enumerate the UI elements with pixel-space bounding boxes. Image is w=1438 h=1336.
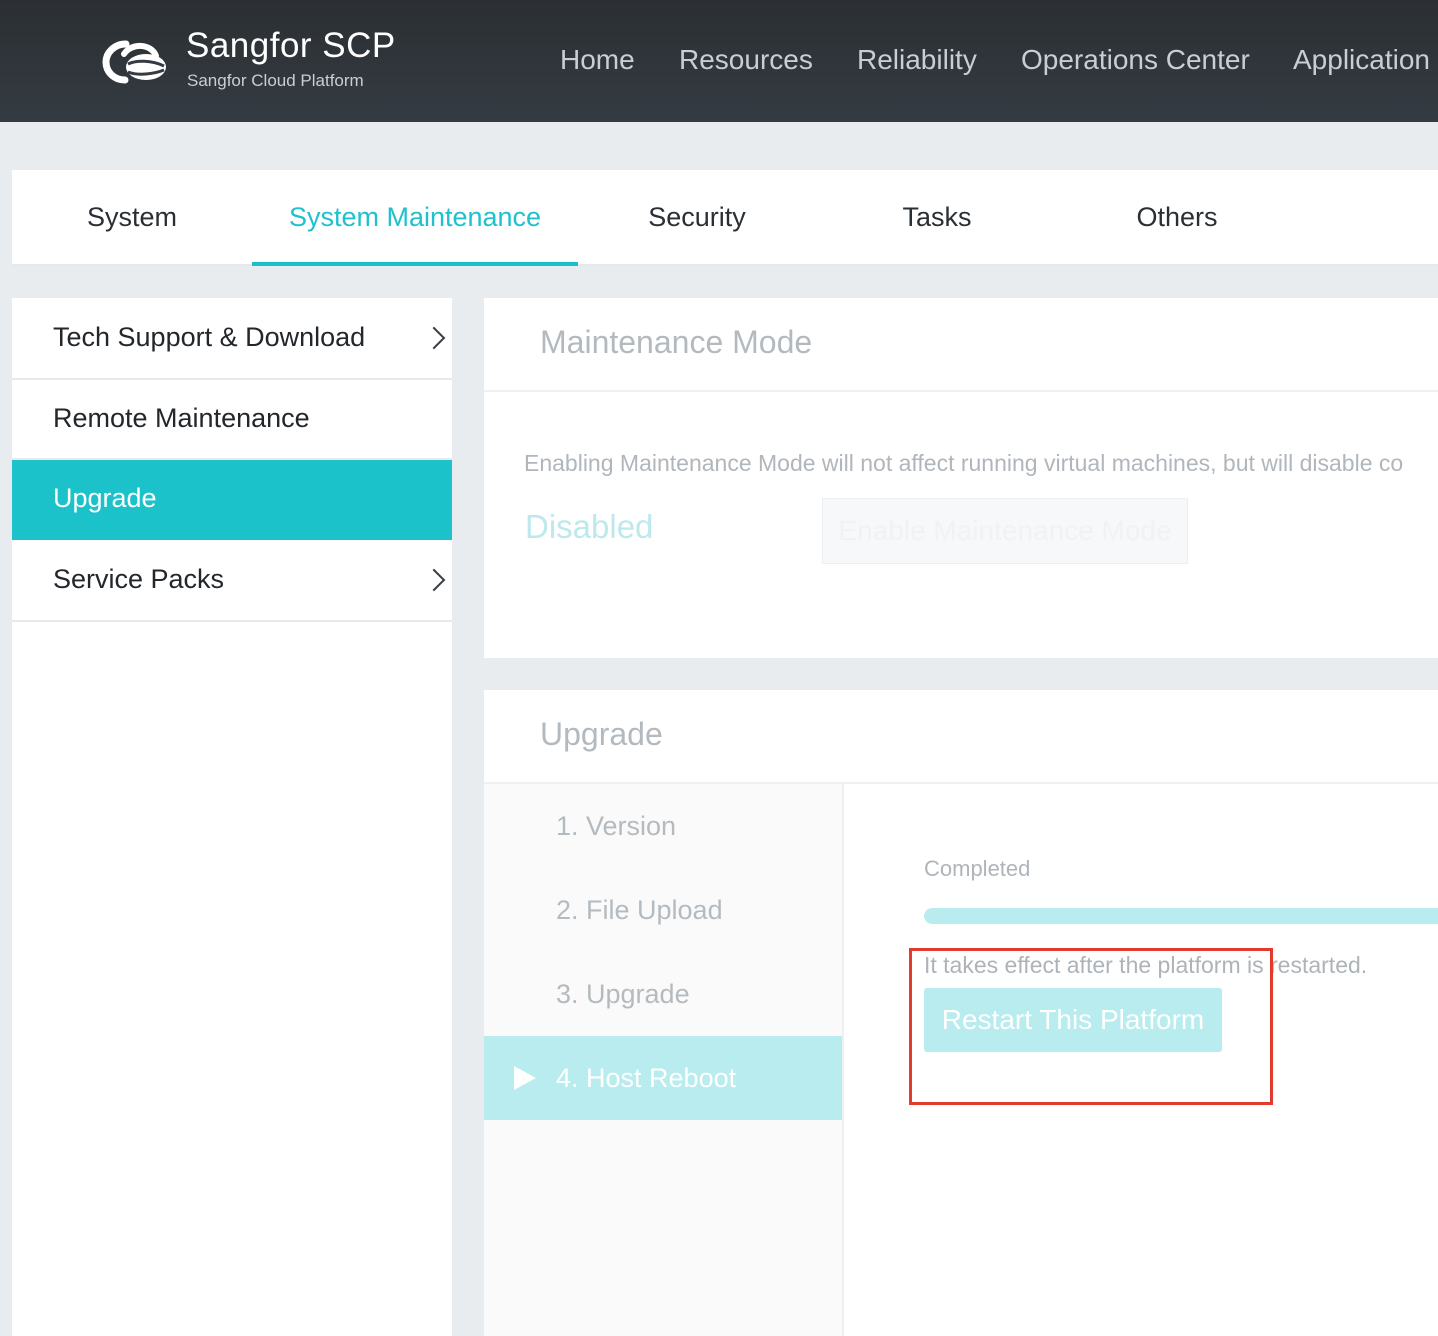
maintenance-mode-title: Maintenance Mode <box>540 324 813 360</box>
section-tabs: System System Maintenance Security Tasks… <box>12 170 1438 266</box>
nav-resources[interactable]: Resources <box>679 44 813 76</box>
step-label: 3. Upgrade <box>556 979 690 1009</box>
sidebar: Tech Support & Download Remote Maintenan… <box>12 298 452 1336</box>
nav-reliability[interactable]: Reliability <box>857 44 977 76</box>
tab-others[interactable]: Others <box>1112 170 1242 264</box>
tab-system[interactable]: System <box>52 170 212 264</box>
cloud-logo-icon <box>102 40 166 84</box>
nav-home[interactable]: Home <box>560 44 635 76</box>
sidebar-item-label: Service Packs <box>53 564 225 594</box>
upgrade-steps: 1. Version 2. File Upload 3. Upgrade 4. … <box>484 784 844 1336</box>
progress-fill <box>924 908 1438 924</box>
brand-subtitle: Sangfor Cloud Platform <box>187 71 364 90</box>
maintenance-mode-status: Disabled <box>525 508 654 545</box>
restart-note: It takes effect after the platform is re… <box>924 952 1368 978</box>
play-icon <box>514 1066 536 1090</box>
sidebar-item-upgrade[interactable]: Upgrade <box>12 460 452 540</box>
brand-title: Sangfor SCP <box>186 26 396 65</box>
restart-platform-button[interactable]: Restart This Platform <box>924 988 1222 1052</box>
nav-application[interactable]: Application <box>1293 44 1430 76</box>
nav-operations-center[interactable]: Operations Center <box>1021 44 1250 76</box>
maintenance-mode-panel: Maintenance Mode Enabling Maintenance Mo… <box>484 298 1438 658</box>
sidebar-item-tech-support[interactable]: Tech Support & Download <box>12 298 452 380</box>
sidebar-item-remote-maintenance[interactable]: Remote Maintenance <box>12 380 452 460</box>
step-upgrade[interactable]: 3. Upgrade <box>484 952 842 1036</box>
step-file-upload[interactable]: 2. File Upload <box>484 868 842 952</box>
sidebar-item-service-packs[interactable]: Service Packs <box>12 540 452 622</box>
tab-security[interactable]: Security <box>622 170 772 264</box>
divider <box>484 390 1438 392</box>
step-version[interactable]: 1. Version <box>484 784 842 868</box>
step-host-reboot[interactable]: 4. Host Reboot <box>484 1036 842 1120</box>
enable-maintenance-mode-button[interactable]: Enable Maintenance Mode <box>822 498 1188 564</box>
step-label: 2. File Upload <box>556 895 723 925</box>
chevron-right-icon <box>422 568 446 592</box>
tab-tasks[interactable]: Tasks <box>867 170 1007 264</box>
sidebar-item-label: Tech Support & Download <box>53 322 366 352</box>
chevron-right-icon <box>422 326 446 350</box>
step-label: 4. Host Reboot <box>556 1063 737 1093</box>
upgrade-panel: Upgrade 1. Version 2. File Upload 3. Upg… <box>484 690 1438 1336</box>
sidebar-item-label: Remote Maintenance <box>53 403 310 433</box>
top-header: Sangfor SCP Sangfor Cloud Platform Home … <box>0 0 1438 122</box>
sidebar-item-label: Upgrade <box>53 483 157 513</box>
progress-label: Completed <box>924 856 1031 881</box>
tab-system-maintenance[interactable]: System Maintenance <box>252 170 578 266</box>
upgrade-title: Upgrade <box>540 716 663 752</box>
maintenance-mode-description: Enabling Maintenance Mode will not affec… <box>524 450 1404 476</box>
progress-bar <box>924 908 1438 924</box>
step-label: 1. Version <box>556 811 677 841</box>
